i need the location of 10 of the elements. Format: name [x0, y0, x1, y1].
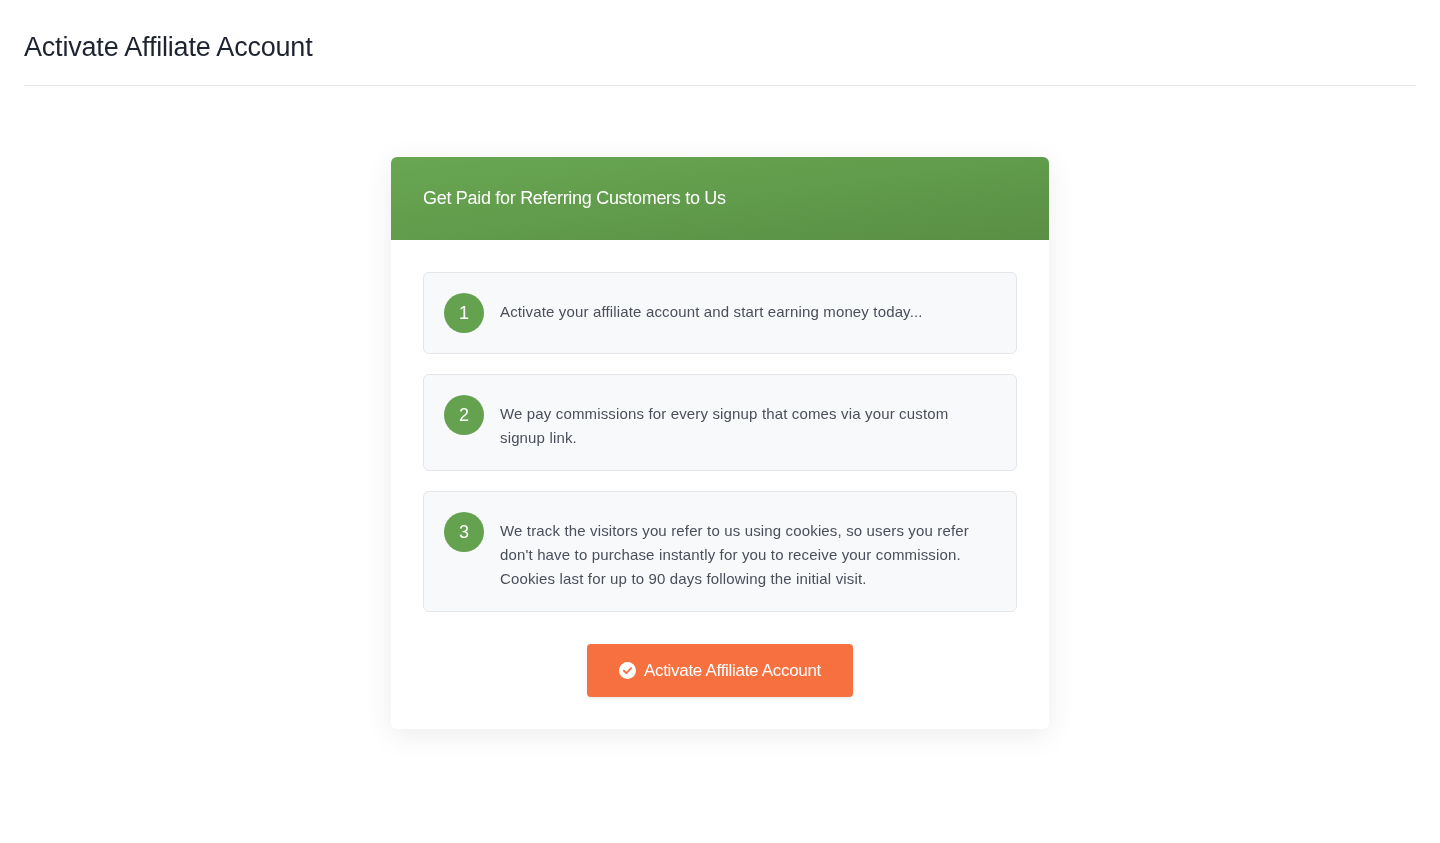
step-number-badge: 1 — [444, 293, 484, 333]
card-header-title: Get Paid for Referring Customers to Us — [423, 187, 726, 210]
check-circle-icon — [618, 662, 636, 679]
activate-affiliate-button[interactable]: Activate Affiliate Account — [586, 644, 854, 697]
step-text: We pay commissions for every signup that comes via your custom signup link. — [500, 404, 950, 448]
step-number-badge: 3 — [444, 512, 484, 552]
step-text: We track the visitors you refer to us using cookies, so users you refer don't have to purchase instantly for you to receive your commission. Cookies last for up to 90 days following the initial visit. — [500, 521, 970, 589]
step-text: Activate your affiliate account and start earning money today... — [500, 302, 923, 322]
page-title: Activate Affiliate Account — [24, 31, 313, 64]
step-number-badge: 2 — [444, 395, 484, 435]
